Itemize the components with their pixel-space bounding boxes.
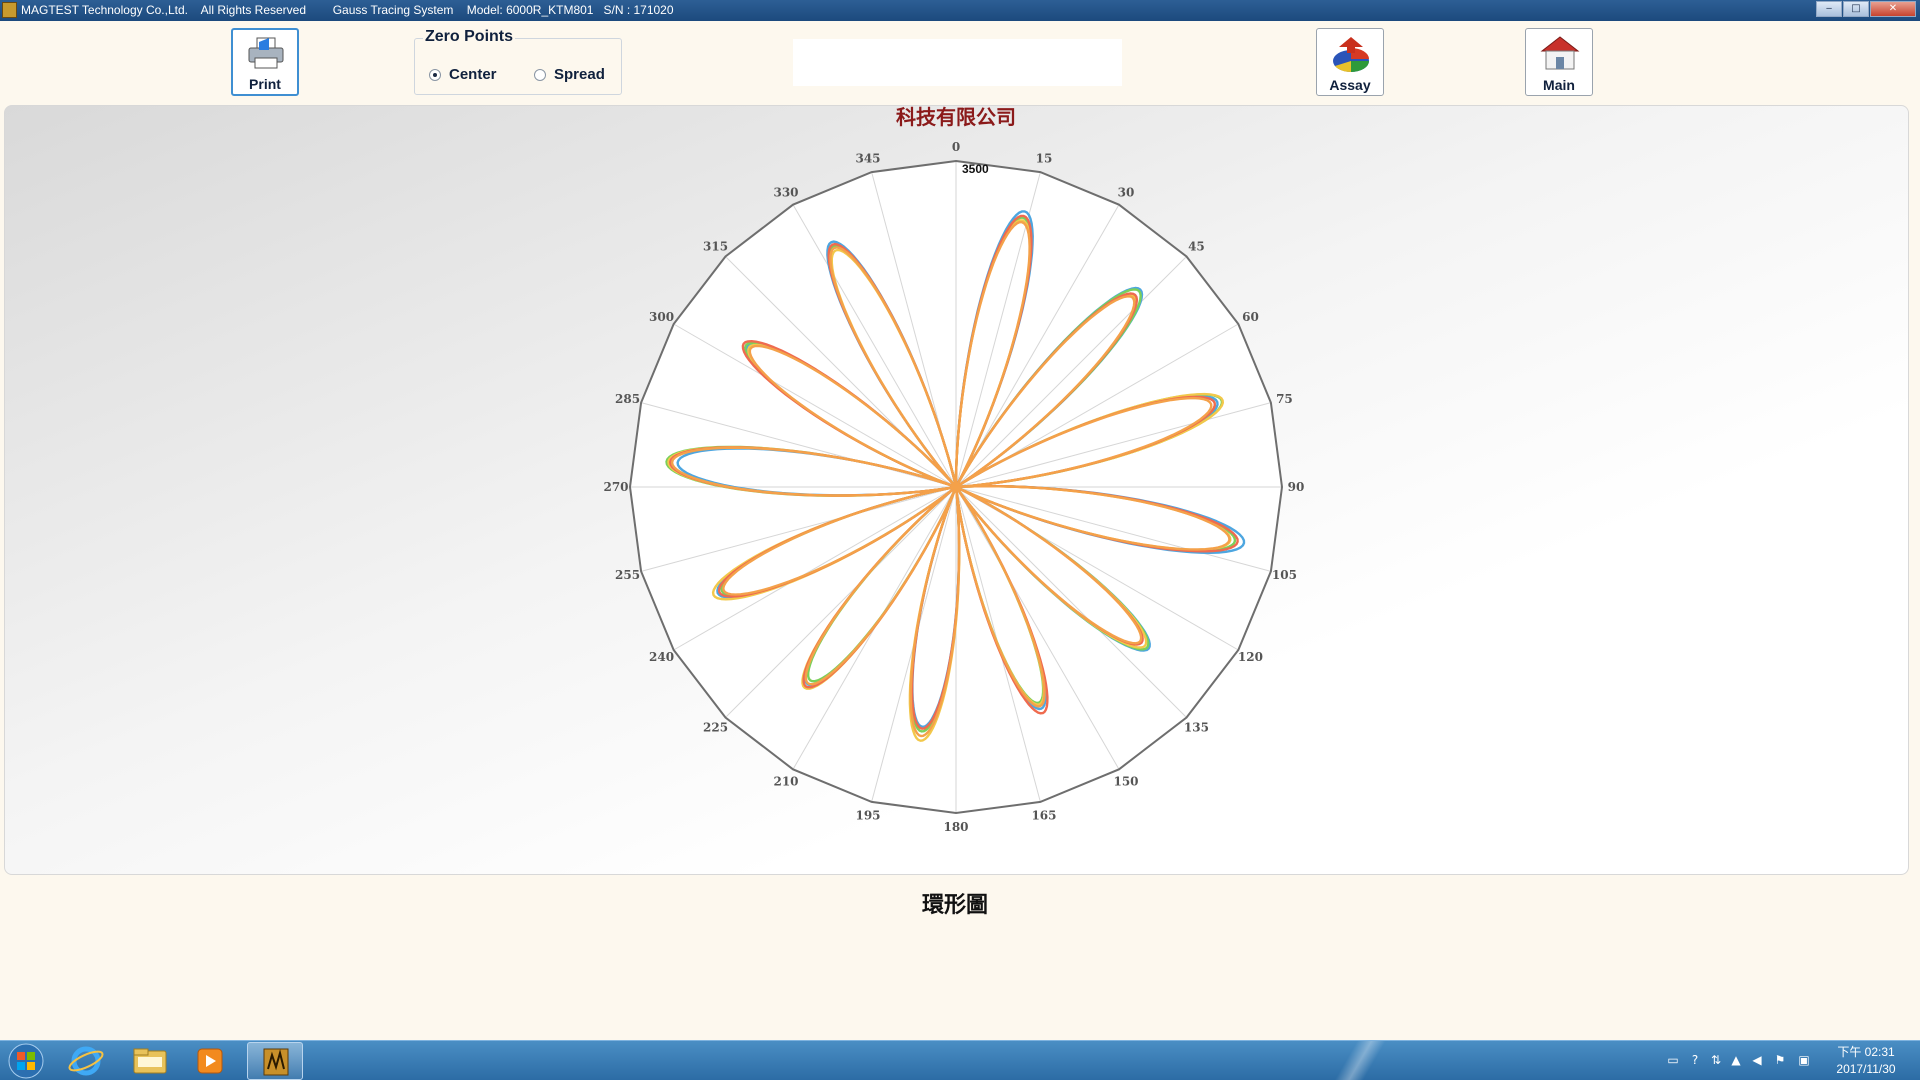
title-bar: MAGTEST Technology Co.,Ltd. All Rights R… — [0, 0, 1920, 21]
angle-tick-label: 300 — [649, 310, 674, 324]
angle-tick-label: 285 — [615, 392, 640, 406]
center-radio-label: Center — [449, 66, 497, 83]
app-icon — [2, 2, 17, 18]
angle-tick-label: 195 — [855, 808, 880, 822]
main-label: Main — [1543, 77, 1575, 93]
print-label: Print — [249, 76, 281, 92]
media-player-icon[interactable] — [184, 1043, 236, 1079]
taskbar-clock[interactable]: 下午 02:31 2017/11/30 — [1820, 1044, 1912, 1078]
angle-tick-label: 255 — [615, 568, 640, 582]
maximize-button[interactable]: □ — [1843, 1, 1869, 17]
zero-points-group: Zero Points Center Spread — [414, 28, 622, 95]
angle-tick-label: 105 — [1272, 568, 1297, 582]
angle-tick-label: 270 — [603, 480, 628, 494]
main-button[interactable]: Main — [1525, 28, 1593, 96]
zero-points-title: Zero Points — [423, 28, 516, 46]
file-explorer-icon[interactable] — [124, 1043, 176, 1079]
taskbar: ▭ ? ⇅ ▲ ◀ ⚑ ▣ 下午 02:31 2017/11/30 — [0, 1040, 1920, 1080]
start-button[interactable] — [2, 1042, 50, 1080]
chart-type-label: 環形圖 — [921, 892, 988, 918]
angle-tick-label: 60 — [1242, 310, 1259, 324]
angle-tick-label: 150 — [1113, 774, 1138, 788]
angle-tick-label: 90 — [1288, 480, 1305, 494]
chart-panel: 0 15 30 45 60 75 90 105 120 135 150 165 180 195 210 225… — [4, 105, 1909, 875]
help-icon[interactable]: ? — [1688, 1053, 1702, 1067]
angle-tick-label: 15 — [1036, 152, 1053, 166]
angle-tick-label: 240 — [649, 650, 674, 664]
angle-tick-label: 45 — [1188, 240, 1205, 254]
radial-max-label: 3500 — [962, 162, 989, 176]
angle-tick-label: 165 — [1031, 808, 1056, 822]
clock-date: 2017/11/30 — [1836, 1062, 1896, 1076]
minimize-button[interactable]: ‒ — [1816, 1, 1842, 17]
windows-logo-icon — [8, 1043, 44, 1079]
angle-tick-label: 315 — [703, 240, 728, 254]
window-title: MAGTEST Technology Co.,Ltd. All Rights R… — [21, 3, 674, 17]
internet-explorer-icon[interactable] — [60, 1043, 112, 1079]
pie-chart-icon — [1333, 37, 1369, 72]
angle-tick-label: 345 — [855, 152, 880, 166]
volume-icon[interactable]: ◀ — [1750, 1053, 1764, 1067]
action-center-flag-icon[interactable]: ⚑ — [1773, 1053, 1787, 1067]
angle-tick-label: 30 — [1118, 186, 1135, 200]
angle-tick-label: 225 — [703, 720, 728, 734]
angle-tick-label: 210 — [773, 774, 798, 788]
info-field — [793, 39, 1122, 86]
show-hidden-icons[interactable]: ▲ — [1729, 1053, 1743, 1067]
angle-tick-label: 120 — [1238, 650, 1263, 664]
app-taskbar-icon — [263, 1048, 289, 1076]
gauss-tracing-app-button[interactable] — [247, 1042, 303, 1080]
close-button[interactable]: ✕ — [1870, 1, 1916, 17]
network-status-icon[interactable]: ▣ — [1797, 1053, 1811, 1067]
angle-tick-label: 135 — [1184, 720, 1209, 734]
radio-dot — [534, 69, 546, 81]
clock-time: 下午 02:31 — [1837, 1045, 1895, 1059]
polar-chart: 0 15 30 45 60 75 90 105 120 135 150 165 180 195 210 225… — [603, 106, 1305, 834]
angle-tick-label: 180 — [943, 820, 968, 834]
network-icon[interactable]: ⇅ — [1709, 1053, 1723, 1067]
angle-tick-label: 0 — [952, 140, 960, 154]
chart-title: 科技有限公司 — [896, 106, 1016, 129]
assay-label: Assay — [1329, 77, 1371, 93]
angle-tick-label: 330 — [773, 186, 798, 200]
home-icon — [1540, 36, 1580, 70]
keyboard-icon[interactable]: ▭ — [1666, 1053, 1680, 1067]
angle-tick-label: 75 — [1276, 392, 1293, 406]
printer-icon — [248, 37, 284, 69]
spread-radio-label: Spread — [554, 66, 605, 83]
radio-dot-selected — [429, 69, 441, 81]
assay-button[interactable]: Assay — [1316, 28, 1384, 96]
print-button[interactable]: Print — [231, 28, 299, 96]
